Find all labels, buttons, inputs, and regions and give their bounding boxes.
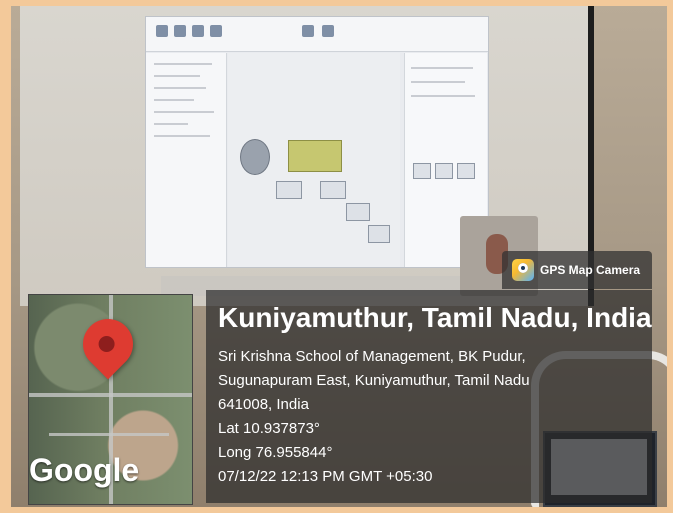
timestamp-line: 07/12/22 12:13 PM GMT +05:30 <box>218 468 433 485</box>
projected-text-line <box>154 123 188 125</box>
google-logo: Google <box>29 452 140 488</box>
projected-text-line <box>411 67 473 69</box>
location-details: Sri Krishna School of Management, BK Pud… <box>218 345 530 489</box>
gps-map-camera-label: GPS Map Camera <box>540 263 641 277</box>
address-line-1: Sri Krishna School of Management, BK Pud… <box>218 348 526 365</box>
projected-text-line <box>411 81 465 83</box>
projected-text-line <box>154 75 200 77</box>
projected-yellow-block <box>288 140 342 172</box>
projected-text-line <box>411 95 475 97</box>
projected-tool-icon <box>210 25 222 37</box>
projected-tool-icon <box>322 25 334 37</box>
projected-sidebar <box>146 53 227 267</box>
projected-text-line <box>154 135 210 137</box>
projected-block <box>346 203 370 221</box>
projected-text-line <box>154 87 206 89</box>
projected-tool-icon <box>302 25 314 37</box>
location-pin-icon <box>72 308 144 380</box>
projected-block <box>457 163 475 179</box>
projected-circle <box>240 139 270 175</box>
projected-tool-icon <box>192 25 204 37</box>
projected-text-line <box>154 99 194 101</box>
projected-toolbar <box>146 17 488 52</box>
projected-text-line <box>154 111 214 113</box>
projected-tool-icon <box>174 25 186 37</box>
projected-block <box>413 163 431 179</box>
map-road <box>49 433 169 436</box>
projected-canvas <box>228 53 400 267</box>
projected-block <box>368 225 390 243</box>
projected-window <box>145 16 489 268</box>
projected-block <box>276 181 302 199</box>
projected-text-line <box>154 63 212 65</box>
location-info-panel: Kuniyamuthur, Tamil Nadu, India Sri Kris… <box>206 290 652 503</box>
location-title: Kuniyamuthur, Tamil Nadu, India <box>218 302 652 333</box>
longitude-line: Long 76.955844° <box>218 444 333 461</box>
address-line-2: Sugunapuram East, Kuniyamuthur, Tamil Na… <box>218 372 530 389</box>
projected-block <box>435 163 453 179</box>
image-frame: GPS Map Camera Google Kuniyamuthur, Tami… <box>0 0 673 513</box>
projected-tool-icon <box>156 25 168 37</box>
projected-block <box>320 181 346 199</box>
address-line-3: 641008, India <box>218 396 309 413</box>
camera-map-icon <box>512 259 534 281</box>
map-thumbnail: Google <box>28 294 193 505</box>
gps-map-camera-badge: GPS Map Camera <box>502 251 652 289</box>
latitude-line: Lat 10.937873° <box>218 420 320 437</box>
location-pin-center <box>95 332 118 356</box>
